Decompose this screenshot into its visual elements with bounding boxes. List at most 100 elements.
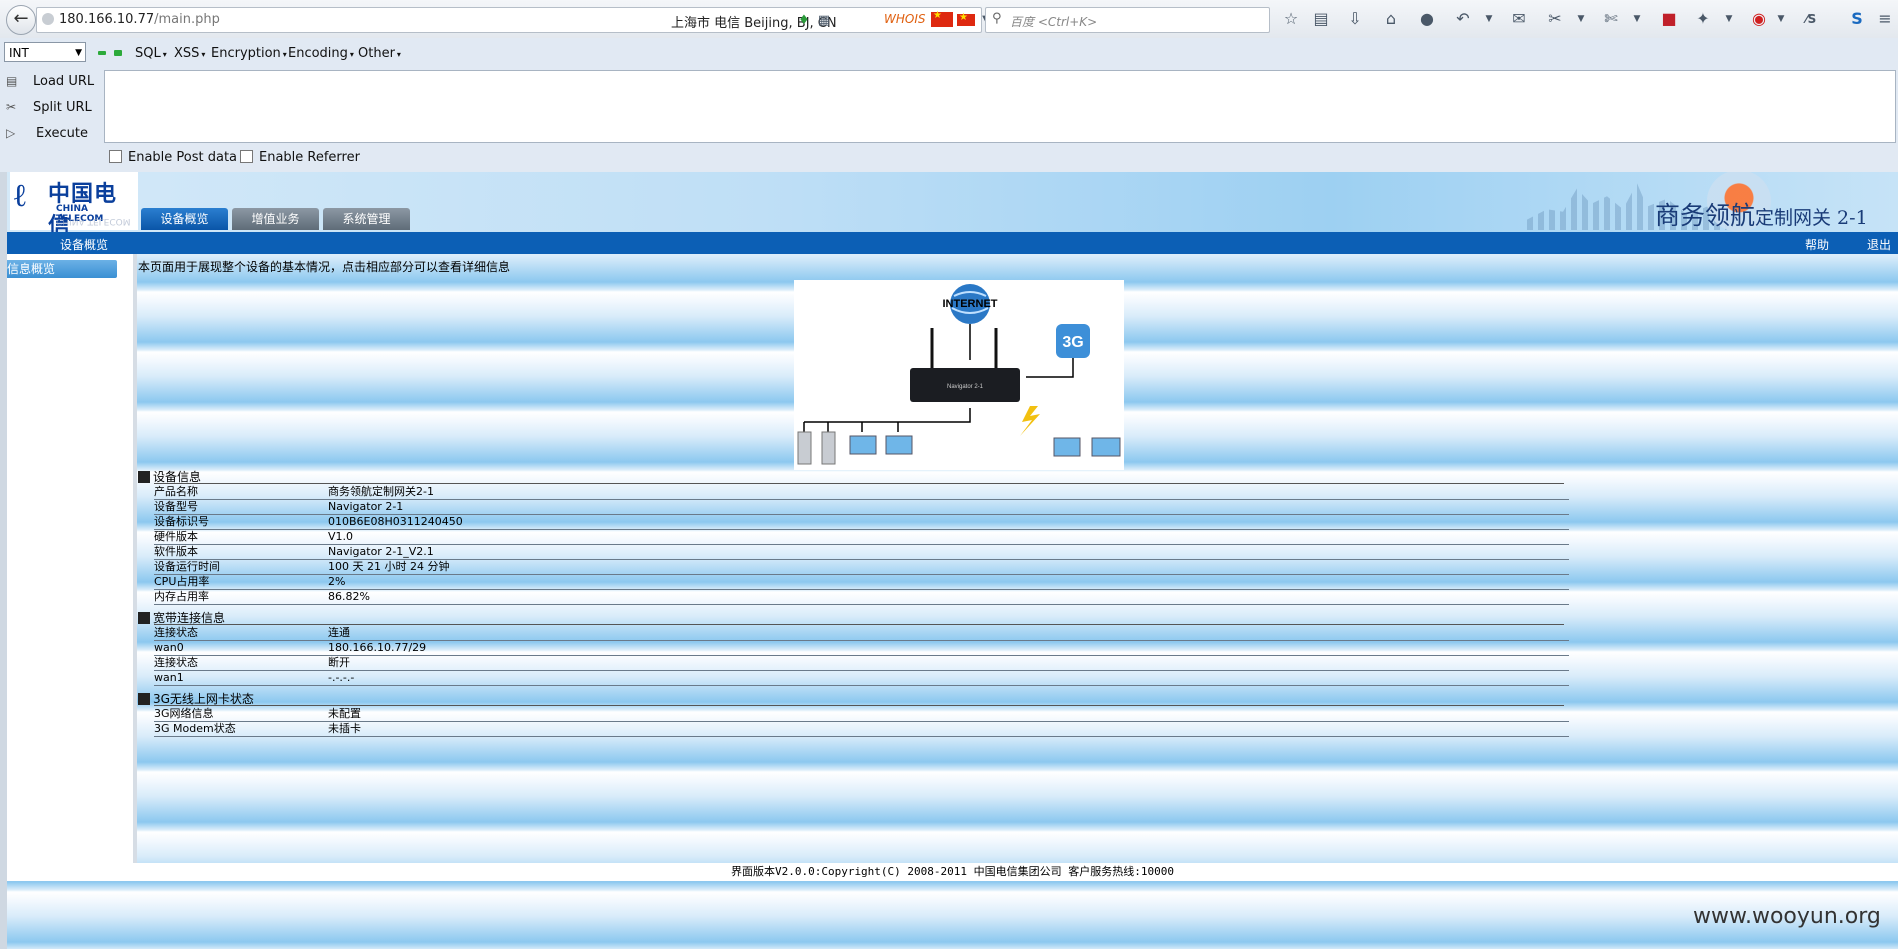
enable-post-data-checkbox[interactable]: Enable Post data bbox=[109, 150, 237, 165]
load-url-label: Load URL bbox=[33, 74, 95, 89]
crop-icon[interactable]: ✂ bbox=[1544, 8, 1566, 30]
home-icon[interactable]: ⌂ bbox=[1380, 8, 1402, 30]
crop-menu-icon[interactable]: ▼ bbox=[1570, 8, 1592, 30]
router-header: ℓ 中国电信 CHINA TELECOM CHINA TELECOM 商务领航定… bbox=[7, 172, 1898, 239]
load-url-button[interactable]: ▤ Load URL bbox=[0, 70, 100, 94]
menu-icon[interactable]: ≡ bbox=[1874, 8, 1896, 30]
product-title: 商务领航定制网关 2-1 bbox=[1655, 196, 1868, 232]
table-row: 3G网络信息 未配置 bbox=[154, 706, 1569, 722]
table-row: 连接状态 断开 bbox=[154, 655, 1569, 671]
sidebar-item-info-overview[interactable]: 信息概览 bbox=[7, 260, 117, 278]
section-marker-icon bbox=[138, 612, 150, 624]
china-telecom-logo: ℓ 中国电信 CHINA TELECOM CHINA TELECOM bbox=[10, 172, 138, 239]
cut-menu-icon[interactable]: ▼ bbox=[1626, 8, 1648, 30]
tab-value-added[interactable]: 增值业务 bbox=[232, 208, 319, 230]
device-label: Navigator 2-1 bbox=[947, 384, 984, 390]
increase-icon[interactable] bbox=[114, 50, 122, 56]
tab-device-overview[interactable]: 设备概览 bbox=[141, 208, 228, 230]
hackbar-type-select[interactable]: INT ▼ bbox=[4, 42, 86, 62]
whois-link[interactable]: WHOIS bbox=[884, 12, 926, 26]
3g-badge-label: 3G bbox=[1062, 334, 1083, 351]
browser-toolbar: ← 180.166.10.77/main.php 上海市 电信 Beijing,… bbox=[0, 0, 1898, 39]
main-content: 本页面用于展现整个设备的基本情况，点击相应部分可以查看详细信息 INTERNET… bbox=[138, 254, 1898, 863]
product-title-sub: 定制网关 2-1 bbox=[1755, 207, 1868, 229]
cn-flag-icon bbox=[931, 10, 953, 27]
url-bar[interactable]: 180.166.10.77/main.php 上海市 电信 Beijing, B… bbox=[36, 7, 1008, 33]
encoding-menu[interactable]: Encoding bbox=[288, 46, 354, 61]
download-icon[interactable]: ⇩ bbox=[1344, 8, 1366, 30]
nav-current-section[interactable]: 设备概览 bbox=[60, 236, 108, 253]
chevron-down-icon: ▼ bbox=[75, 48, 82, 58]
execute-label: Execute bbox=[36, 126, 88, 141]
section-3g-status: 3G无线上网卡状态 3G网络信息 未配置 3G Modem状态 未插卡 bbox=[138, 692, 1569, 742]
url-text[interactable]: 180.166.10.77/main.php bbox=[59, 12, 220, 27]
table-row: 设备标识号 010B6E08H0311240450 bbox=[154, 514, 1569, 530]
enable-referrer-checkbox[interactable]: Enable Referrer bbox=[240, 150, 360, 165]
tab-system-management[interactable]: 系统管理 bbox=[323, 208, 410, 230]
table-row: wan0 180.166.10.77/29 bbox=[154, 640, 1569, 656]
logout-link[interactable]: 退出 bbox=[1867, 236, 1891, 253]
comment-icon[interactable]: ✉ bbox=[1508, 8, 1530, 30]
watermark: www.wooyun.org bbox=[1693, 904, 1881, 929]
desktop-2-icon bbox=[885, 435, 913, 455]
firebug-menu-icon[interactable]: ▼ bbox=[1770, 8, 1792, 30]
cut-icon[interactable]: ✄ bbox=[1600, 8, 1622, 30]
topology-svg: INTERNET 3G Navigator 2-1 bbox=[797, 284, 1121, 465]
encryption-menu[interactable]: Encryption bbox=[211, 46, 287, 61]
monster-addon-icon[interactable]: ■ bbox=[1658, 8, 1680, 30]
tool-addon-icon[interactable]: ✦ bbox=[1692, 8, 1714, 30]
execute-button[interactable]: ▷ Execute bbox=[0, 122, 100, 146]
undo-menu-icon[interactable]: ▼ bbox=[1478, 8, 1500, 30]
page-footer: 界面版本V2.0.0:Copyright(C) 2008-2011 中国电信集团… bbox=[7, 863, 1898, 881]
reading-list-icon[interactable]: ▤ bbox=[1310, 8, 1332, 30]
referrer-label: Enable Referrer bbox=[259, 150, 360, 165]
section-broadband-info: 宽带连接信息 连接状态 连通 wan0 180.166.10.77/29 连接状态断… bbox=[138, 611, 1569, 689]
sidebar: 信息概览 bbox=[7, 254, 137, 863]
table-row: 设备型号 Navigator 2-1 bbox=[154, 499, 1569, 515]
qr-code-icon[interactable]: ▦ bbox=[813, 10, 835, 32]
chat-icon[interactable]: ● bbox=[1416, 8, 1438, 30]
product-title-main: 商务领航 bbox=[1655, 201, 1756, 230]
telecom-emblem-icon: ℓ bbox=[14, 176, 26, 214]
bookmark-star-icon[interactable]: ☆ bbox=[1280, 8, 1302, 30]
network-topology-diagram[interactable]: INTERNET 3G Navigator 2-1 bbox=[794, 280, 1124, 470]
split-url-button[interactable]: ✂ Split URL bbox=[0, 96, 100, 120]
search-input[interactable]: ⚲ 百度 <Ctrl+K> bbox=[985, 7, 1270, 33]
referrer-checkbox-box[interactable] bbox=[240, 150, 253, 163]
server-1-icon bbox=[797, 431, 812, 465]
internet-label: INTERNET bbox=[943, 298, 998, 310]
post-data-checkbox-box[interactable] bbox=[109, 150, 122, 163]
site-identity-icon[interactable] bbox=[42, 13, 54, 25]
back-button[interactable]: ← bbox=[6, 5, 36, 35]
section-title: 宽带连接信息 bbox=[138, 611, 225, 625]
section-marker-icon bbox=[138, 471, 150, 483]
shield-icon[interactable]: ♦ bbox=[793, 10, 815, 32]
execute-icon: ▷ bbox=[6, 126, 16, 140]
sql-menu[interactable]: SQL bbox=[135, 46, 167, 61]
decrease-icon[interactable] bbox=[98, 51, 106, 55]
table-row: 设备运行时间 100 天 21 小时 24 分钟 bbox=[154, 559, 1569, 575]
table-row: 硬件版本 V1.0 bbox=[154, 529, 1569, 545]
sync-icon[interactable]: S bbox=[1846, 8, 1868, 30]
undo-icon[interactable]: ↶ bbox=[1452, 8, 1474, 30]
section-title: 3G无线上网卡状态 bbox=[138, 692, 254, 706]
table-row: 连接状态 连通 bbox=[154, 625, 1569, 641]
section-device-info: 设备信息 产品名称 商务领航定制网关2-1 设备型号 Navigator 2-1 设… bbox=[138, 470, 1569, 610]
split-url-icon: ✂ bbox=[6, 100, 17, 114]
server-2-icon bbox=[821, 431, 836, 465]
xss-menu[interactable]: XSS bbox=[174, 46, 205, 61]
table-row: 产品名称 商务领航定制网关2-1 bbox=[154, 484, 1569, 500]
firebug-icon[interactable]: ◉ bbox=[1748, 8, 1770, 30]
cn-flag-small-icon bbox=[957, 12, 975, 26]
other-menu[interactable]: Other bbox=[358, 46, 401, 61]
section-marker-icon bbox=[138, 693, 150, 705]
laptop-2-icon bbox=[1091, 437, 1121, 457]
help-link[interactable]: 帮助 bbox=[1805, 236, 1829, 253]
tool-menu-icon[interactable]: ▼ bbox=[1718, 8, 1740, 30]
split-url-label: Split URL bbox=[33, 100, 92, 115]
table-row: CPU占用率 2% bbox=[154, 574, 1569, 590]
search-placeholder: 百度 <Ctrl+K> bbox=[1010, 15, 1098, 29]
hackbar-url-textarea[interactable] bbox=[104, 70, 1896, 143]
table-row: 3G Modem状态 未插卡 bbox=[154, 721, 1569, 737]
code-icon[interactable]: ⁄S bbox=[1800, 8, 1822, 30]
